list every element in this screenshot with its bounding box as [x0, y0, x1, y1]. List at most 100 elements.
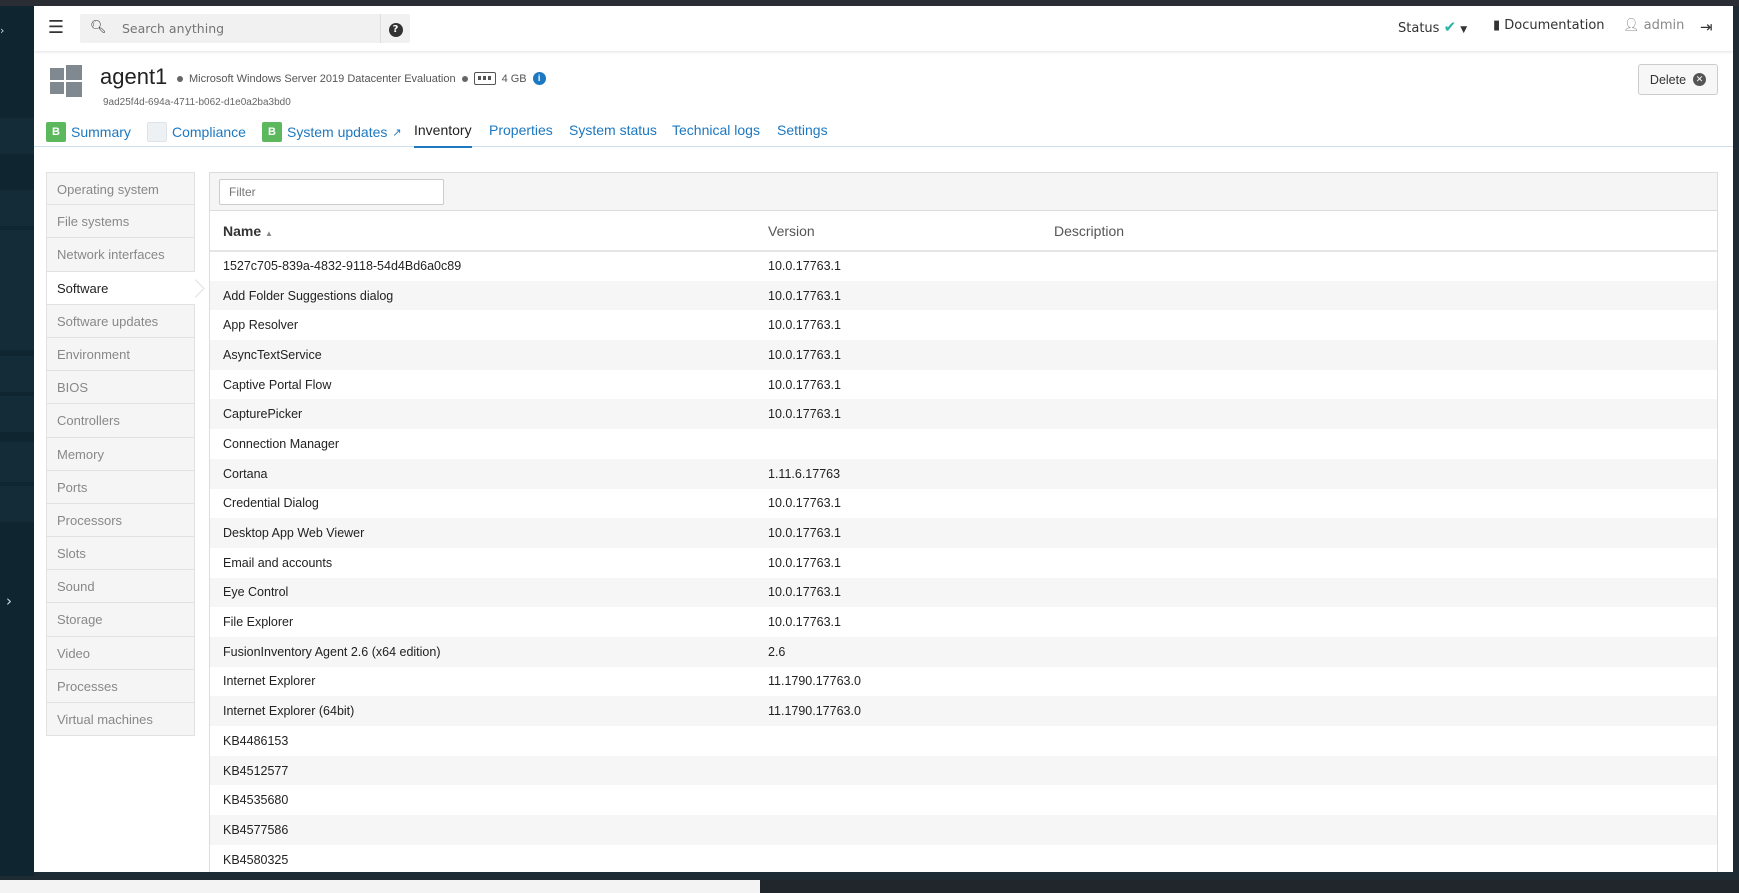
- software-version: [755, 429, 1041, 459]
- software-version: 10.0.17763.1: [768, 555, 841, 570]
- tab-label: Summary: [71, 124, 131, 140]
- sidebar-item-sound[interactable]: Sound: [46, 570, 195, 604]
- software-description: [1041, 815, 1717, 845]
- column-header-version[interactable]: Version: [755, 211, 1041, 252]
- software-name: FusionInventory Agent 2.6 (x64 edition): [210, 636, 755, 667]
- top-header: ☰ 🔍︎ ? Status ✔ ▼ ▮ Documentation 👤︎ adm…: [34, 6, 1733, 51]
- nav-slot[interactable]: [0, 190, 34, 226]
- sidebar-item-software-updates[interactable]: Software updates: [46, 304, 195, 338]
- status-menu[interactable]: Status ✔ ▼: [1398, 18, 1467, 36]
- compliance-icon: [147, 122, 167, 142]
- book-icon: ▮: [1493, 18, 1501, 33]
- sidebar-item-memory[interactable]: Memory: [46, 437, 195, 471]
- table-row: Eye Control 10.0.17763.1: [210, 577, 1717, 608]
- tab-properties[interactable]: Properties: [489, 122, 553, 138]
- sidebar-item-slots[interactable]: Slots: [46, 537, 195, 571]
- sidebar-item-processors[interactable]: Processors: [46, 503, 195, 538]
- updates-badge: B: [262, 122, 282, 142]
- documentation-link[interactable]: ▮ Documentation: [1493, 18, 1605, 33]
- global-search: 🔍︎ ?: [80, 14, 410, 43]
- software-description: [1041, 429, 1717, 459]
- software-name: Captive Portal Flow: [223, 377, 332, 392]
- nav-slot[interactable]: [0, 442, 34, 482]
- tab-summary[interactable]: B Summary: [46, 122, 131, 142]
- sidebar-item-storage[interactable]: Storage: [46, 603, 195, 637]
- software-description: [1041, 726, 1717, 756]
- agent-tabs: B Summary Compliance B System updates ↗ …: [34, 116, 1733, 148]
- tab-settings[interactable]: Settings: [777, 122, 828, 138]
- sidebar-item-video[interactable]: Video: [46, 636, 195, 670]
- sidebar-item-processes[interactable]: Processes: [46, 669, 195, 703]
- tab-compliance[interactable]: Compliance: [147, 122, 246, 142]
- nav-slot[interactable]: [0, 230, 34, 350]
- tab-system-updates[interactable]: B System updates ↗: [262, 122, 402, 142]
- software-description: [1041, 370, 1717, 400]
- agent-meta: Microsoft Windows Server 2019 Datacenter…: [177, 72, 546, 85]
- software-description: [1041, 607, 1717, 637]
- sidebar-item-ports[interactable]: Ports: [46, 470, 195, 504]
- software-description: [1041, 518, 1717, 548]
- sidebar-item-virtual-machines[interactable]: Virtual machines: [46, 703, 195, 737]
- tab-label: Properties: [489, 122, 553, 138]
- software-description: [1041, 310, 1717, 340]
- tab-inventory[interactable]: Inventory: [414, 122, 472, 148]
- software-name: CapturePicker: [210, 399, 755, 430]
- agent-os: Microsoft Windows Server 2019 Datacenter…: [189, 72, 456, 85]
- search-help-button[interactable]: ?: [380, 14, 410, 43]
- sidebar-item-file-systems[interactable]: File systems: [46, 205, 195, 239]
- software-version: 10.0.17763.1: [755, 518, 1041, 548]
- delete-button[interactable]: Delete ✕: [1638, 64, 1718, 95]
- software-name: Internet Explorer: [223, 674, 316, 689]
- software-version: 10.0.17763.1: [768, 377, 841, 392]
- window-right-edge: [1733, 6, 1739, 876]
- external-link-icon: ↗: [392, 126, 402, 139]
- search-input[interactable]: [122, 19, 402, 38]
- user-menu[interactable]: 👤︎ admin: [1623, 18, 1684, 33]
- agent-name: agent1: [100, 64, 168, 89]
- software-name: KB4512577: [210, 755, 755, 786]
- nav-slot[interactable]: [0, 118, 34, 154]
- software-name: Connection Manager: [223, 436, 340, 451]
- search-icon: 🔍︎: [90, 20, 107, 35]
- column-header-name[interactable]: Name ▲: [210, 211, 755, 252]
- logout-icon[interactable]: ⇥: [1700, 18, 1713, 36]
- software-name: KB4486153: [223, 733, 289, 748]
- delete-label: Delete: [1649, 72, 1687, 87]
- tab-technical-logs[interactable]: Technical logs: [672, 122, 760, 138]
- expand-nav-icon[interactable]: ›: [6, 592, 12, 610]
- filter-input[interactable]: [219, 179, 444, 205]
- sidebar-item-operating-system[interactable]: Operating system: [46, 172, 195, 206]
- sidebar-item-network-interfaces[interactable]: Network interfaces: [46, 238, 195, 272]
- software-description: [1041, 489, 1717, 519]
- software-name: KB4577586: [210, 815, 755, 845]
- filter-bar: [210, 173, 1717, 211]
- table-row: 1527c705-839a-4832-9118-54d4Bd6a0c89 10.0…: [210, 251, 1717, 281]
- software-name: Desktop App Web Viewer: [210, 518, 755, 548]
- software-version: 10.0.17763.1: [755, 340, 1041, 370]
- software-description: [1041, 845, 1717, 872]
- column-label: Name: [223, 222, 262, 239]
- info-icon[interactable]: i: [532, 72, 546, 85]
- table-row: Internet Explorer (64bit) 11.1790.17763.0: [210, 696, 1717, 726]
- software-version: 10.0.17763.1: [768, 496, 841, 511]
- software-description: [1041, 667, 1717, 697]
- taskbar-left: [0, 880, 760, 893]
- nav-slot[interactable]: [0, 356, 34, 392]
- software-name: AsyncTextService: [210, 340, 755, 370]
- software-version: [755, 845, 1041, 872]
- nav-slot[interactable]: [0, 396, 34, 432]
- nav-slot[interactable]: [0, 486, 34, 522]
- sidebar-item-bios[interactable]: BIOS: [46, 371, 195, 405]
- inventory-sidebar: Operating system File systems Network inte…: [46, 172, 195, 737]
- sidebar-item-environment[interactable]: Environment: [46, 337, 195, 372]
- software-description: [1041, 340, 1717, 370]
- sidebar-item-controllers[interactable]: Controllers: [46, 404, 195, 438]
- column-header-description[interactable]: Description: [1041, 211, 1717, 252]
- tab-system-status[interactable]: System status: [569, 122, 657, 138]
- software-name: Internet Explorer (64bit): [210, 696, 755, 726]
- windows-logo-icon: [50, 64, 82, 97]
- sidebar-item-software[interactable]: Software: [46, 271, 195, 305]
- table-row: KB4577586: [210, 815, 1717, 845]
- help-icon: ?: [388, 23, 403, 37]
- menu-icon[interactable]: ☰: [44, 16, 68, 40]
